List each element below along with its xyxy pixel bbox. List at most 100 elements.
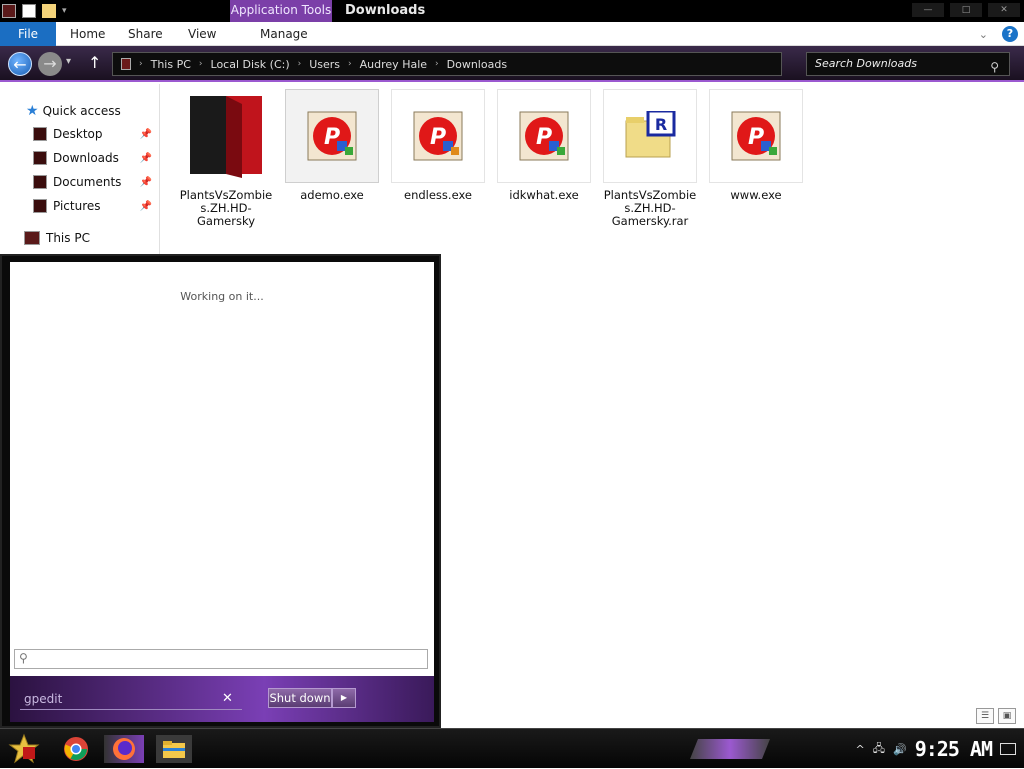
network-icon[interactable]: 🖧	[873, 740, 885, 759]
file-item[interactable]: PlantsVsZombies.ZH.HD-Gamersky	[178, 89, 274, 228]
clear-icon[interactable]: ✕	[222, 688, 233, 710]
nav-downloads-label: Downloads	[53, 151, 119, 165]
search-input[interactable]: Search Downloads ⚲	[806, 52, 1010, 76]
nav-desktop-label: Desktop	[53, 127, 103, 141]
file-name: ademo.exe	[300, 188, 364, 202]
tab-view[interactable]: View	[188, 22, 216, 46]
chevron-right-icon[interactable]: ›	[298, 59, 302, 69]
run-input[interactable]: gpedit	[20, 688, 242, 710]
pin-icon[interactable]: 📌	[140, 201, 152, 212]
chevron-up-icon[interactable]: ^	[856, 743, 865, 756]
documents-icon	[33, 175, 47, 189]
crumb-local-disk[interactable]: Local Disk (C:)	[211, 58, 290, 71]
tab-manage[interactable]: Manage	[260, 22, 308, 46]
chevron-right-icon[interactable]: ›	[139, 59, 143, 69]
forward-button[interactable]: →	[38, 52, 62, 76]
crumb-downloads[interactable]: Downloads	[447, 58, 507, 71]
taskbar-decoration	[690, 739, 770, 759]
nav-pictures[interactable]: Pictures 📌	[0, 195, 160, 217]
shutdown-button[interactable]: Shut down	[268, 688, 332, 708]
expand-ribbon-icon[interactable]: ⌄	[979, 28, 988, 41]
chrome-icon[interactable]	[60, 735, 92, 763]
large-icons-view-icon[interactable]: ▣	[998, 708, 1016, 724]
action-center-icon[interactable]	[1000, 743, 1016, 755]
quick-access-toolbar: ▾	[2, 3, 67, 19]
navigation-pane: ★ Quick access Desktop 📌 Downloads 📌 Doc…	[0, 84, 160, 254]
pin-icon[interactable]: 📌	[140, 177, 152, 188]
pin-icon[interactable]: 📌	[140, 129, 152, 140]
ribbon-tabs: File Home Share View Manage ⌄ ?	[0, 22, 1024, 46]
up-arrow-icon[interactable]: ↑	[88, 53, 101, 72]
title-bar: ▾ Application Tools Downloads — □ ✕	[0, 0, 1024, 22]
exe-icon: P	[285, 89, 379, 183]
crumb-user[interactable]: Audrey Hale	[360, 58, 427, 71]
search-icon: ⚲	[19, 651, 28, 665]
new-folder-icon[interactable]	[42, 4, 56, 18]
crumb-this-pc[interactable]: This PC	[151, 58, 191, 71]
view-toggles: ☰ ▣	[976, 708, 1016, 724]
application-tools-tab[interactable]: Application Tools	[230, 0, 332, 22]
chevron-right-icon[interactable]: ›	[435, 59, 439, 69]
search-placeholder: Search Downloads	[815, 57, 917, 70]
system-tray: ^ 🖧 🔊 9:25 AM	[856, 737, 1016, 761]
start-button[interactable]	[8, 733, 40, 765]
properties-icon[interactable]	[22, 4, 36, 18]
window-controls: — □ ✕	[912, 3, 1020, 17]
customize-qat-icon[interactable]: ▾	[62, 6, 67, 16]
computer-icon	[24, 231, 40, 245]
status-text: Working on it...	[180, 290, 264, 303]
desktop-icon	[33, 127, 47, 141]
pictures-icon	[33, 199, 47, 213]
exe-icon: P	[391, 89, 485, 183]
shutdown-options-icon[interactable]: ▶	[332, 688, 356, 708]
address-bar: ← → ▾ ↑ › This PC › Local Disk (C:) › Us…	[0, 46, 1024, 82]
window-title: Downloads	[345, 3, 426, 18]
tab-share[interactable]: Share	[128, 22, 163, 46]
nav-this-pc[interactable]: This PC	[0, 227, 160, 249]
svg-text:R: R	[655, 115, 667, 134]
search-icon[interactable]: ⚲	[990, 56, 999, 78]
tab-file[interactable]: File	[0, 22, 56, 46]
location-icon	[121, 58, 131, 70]
pin-icon[interactable]: 📌	[140, 153, 152, 164]
start-menu-results: Working on it... ⚲	[10, 262, 434, 676]
recent-locations-icon[interactable]: ▾	[66, 56, 71, 67]
firefox-icon[interactable]	[104, 735, 144, 763]
file-item[interactable]: P www.exe	[708, 89, 804, 209]
start-search-field[interactable]: ⚲	[14, 649, 428, 669]
clock[interactable]: 9:25 AM	[915, 737, 993, 761]
back-button[interactable]: ←	[8, 52, 32, 76]
help-icon[interactable]: ?	[1002, 26, 1018, 42]
app-icon[interactable]	[2, 4, 16, 18]
file-item[interactable]: P ademo.exe	[284, 89, 380, 209]
chevron-right-icon[interactable]: ›	[348, 59, 352, 69]
star-icon: ★	[26, 103, 39, 119]
nav-desktop[interactable]: Desktop 📌	[0, 123, 160, 145]
file-name: PlantsVsZombies.ZH.HD-Gamersky.rar	[603, 188, 697, 228]
nav-quick-access[interactable]: ★ Quick access	[0, 100, 160, 122]
nav-downloads[interactable]: Downloads 📌	[0, 147, 160, 169]
nav-documents-label: Documents	[53, 175, 122, 189]
file-name: www.exe	[730, 188, 782, 202]
maximize-button[interactable]: □	[950, 3, 982, 17]
details-view-icon[interactable]: ☰	[976, 708, 994, 724]
volume-icon[interactable]: 🔊	[893, 743, 907, 756]
file-name: idkwhat.exe	[509, 188, 579, 202]
nav-documents[interactable]: Documents 📌	[0, 171, 160, 193]
close-button[interactable]: ✕	[988, 3, 1020, 17]
file-name: PlantsVsZombies.ZH.HD-Gamersky	[179, 188, 273, 228]
nav-this-pc-label: This PC	[46, 231, 90, 245]
nav-quick-access-label: Quick access	[42, 104, 121, 118]
chevron-right-icon[interactable]: ›	[199, 59, 203, 69]
crumb-users[interactable]: Users	[309, 58, 340, 71]
start-menu-footer: gpedit ✕ Shut down ▶	[10, 676, 434, 722]
file-item[interactable]: P endless.exe	[390, 89, 486, 209]
tab-home[interactable]: Home	[70, 22, 105, 46]
file-item[interactable]: R PlantsVsZombies.ZH.HD-Gamersky.rar	[602, 89, 698, 228]
exe-icon: P	[709, 89, 803, 183]
file-item[interactable]: P idkwhat.exe	[496, 89, 592, 209]
nav-pictures-label: Pictures	[53, 199, 101, 213]
file-explorer-icon[interactable]	[156, 735, 192, 763]
breadcrumb[interactable]: › This PC › Local Disk (C:) › Users › Au…	[112, 52, 782, 76]
minimize-button[interactable]: —	[912, 3, 944, 17]
